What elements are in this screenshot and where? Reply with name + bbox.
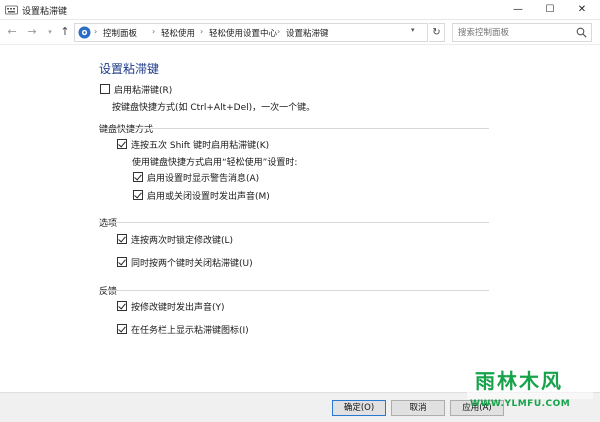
shortcut-sub-description: 使用键盘快捷方式启用“轻松使用”设置时:	[132, 158, 298, 168]
address-dropdown-icon[interactable]: ▾	[411, 26, 415, 34]
breadcrumb-ease-center[interactable]: 轻松使用设置中心	[209, 27, 277, 39]
turn-off-label[interactable]: 同时按两个键时关闭粘滞键(U)	[131, 256, 253, 269]
watermark-logo: 雨林木风	[467, 355, 593, 399]
enable-sticky-keys-checkbox[interactable]	[100, 84, 110, 94]
refresh-button[interactable]: ↻	[429, 23, 445, 42]
show-warning-label[interactable]: 启用设置时显示警告消息(A)	[147, 171, 259, 184]
search-icon[interactable]	[576, 27, 587, 38]
shift-five-times-checkbox[interactable]	[117, 139, 127, 149]
back-button[interactable]: ←	[4, 24, 20, 40]
minimize-button[interactable]: —	[502, 0, 534, 20]
maximize-button[interactable]: ☐	[534, 0, 566, 20]
taskbar-icon-label[interactable]: 在任务栏上显示粘滞键图标(I)	[131, 323, 249, 336]
taskbar-icon-checkbox[interactable]	[117, 324, 127, 334]
address-toolbar: ← → ▾ ↑ › 控制面板 › 轻松使用 › 轻松使用设置中心 › 设置粘滞键…	[0, 21, 600, 45]
section-divider	[99, 222, 489, 223]
title-bar: 设置粘滞键 — ☐ ✕	[0, 0, 600, 20]
forward-button[interactable]: →	[24, 24, 40, 40]
make-sound-checkbox[interactable]	[133, 190, 143, 200]
section-divider	[99, 290, 489, 291]
up-button[interactable]: ↑	[57, 24, 73, 40]
watermark: 雨林木风 WWW.YLMFU.COM	[467, 355, 593, 413]
breadcrumb-separator: ›	[94, 27, 98, 36]
shift-five-times-label[interactable]: 连按五次 Shift 键时启用粘滞键(K)	[131, 138, 269, 151]
show-warning-checkbox[interactable]	[133, 172, 143, 182]
turn-off-checkbox[interactable]	[117, 257, 127, 267]
search-box[interactable]	[452, 23, 592, 42]
breadcrumb-separator: ›	[200, 27, 204, 36]
enable-sticky-keys-label[interactable]: 启用粘滞键(R)	[114, 83, 172, 96]
search-input[interactable]	[458, 26, 568, 39]
watermark-logo-text: 雨林木风	[475, 369, 563, 393]
beep-label[interactable]: 按修改键时发出声音(Y)	[131, 300, 225, 313]
breadcrumb-control-panel[interactable]: 控制面板	[103, 27, 137, 39]
window-title: 设置粘滞键	[22, 7, 68, 17]
breadcrumb-sticky-keys[interactable]: 设置粘滞键	[286, 27, 329, 39]
breadcrumb-separator: ›	[152, 27, 156, 36]
close-button[interactable]: ✕	[566, 0, 598, 20]
beep-checkbox[interactable]	[117, 301, 127, 311]
recent-locations-button[interactable]: ▾	[42, 24, 58, 40]
ok-button[interactable]: 确定(O)	[332, 400, 386, 416]
lock-modifier-checkbox[interactable]	[117, 234, 127, 244]
make-sound-label[interactable]: 启用或关闭设置时发出声音(M)	[147, 189, 270, 202]
cancel-button[interactable]: 取消	[391, 400, 445, 416]
lock-modifier-label[interactable]: 连按两次时锁定修改键(L)	[131, 233, 233, 246]
control-panel-icon	[78, 26, 91, 39]
watermark-url: WWW.YLMFU.COM	[470, 399, 571, 409]
enable-description: 按键盘快捷方式(如 Ctrl+Alt+Del)，一次一个键。	[112, 103, 316, 113]
page-title: 设置粘滞键	[99, 62, 160, 76]
keyboard-app-icon	[5, 5, 18, 15]
address-bar[interactable]: › 控制面板 › 轻松使用 › 轻松使用设置中心 › 设置粘滞键 ▾	[74, 23, 428, 42]
section-divider	[99, 128, 489, 129]
breadcrumb-ease-of-access[interactable]: 轻松使用	[161, 27, 195, 39]
breadcrumb-separator: ›	[277, 27, 281, 36]
